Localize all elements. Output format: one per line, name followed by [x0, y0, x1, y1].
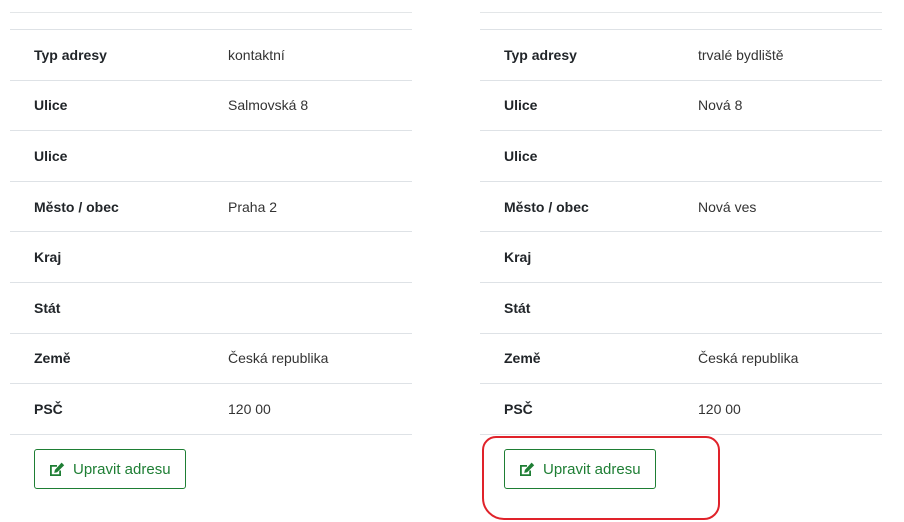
table-row: Ulice — [10, 130, 412, 182]
postal-code-label: PSČ — [10, 383, 228, 435]
region-label: Kraj — [10, 231, 228, 283]
table-row: PSČ 120 00 — [10, 383, 412, 435]
edit-icon — [49, 462, 65, 477]
divider — [480, 12, 882, 13]
region-value — [698, 231, 882, 283]
table-row: Stát — [480, 282, 882, 334]
country-value: Česká republika — [698, 333, 882, 385]
street-value: Salmovská 8 — [228, 80, 412, 132]
table-row: Země Česká republika — [10, 333, 412, 385]
city-label: Město / obec — [10, 181, 228, 233]
state-label: Stát — [10, 282, 228, 334]
edit-address-label: Upravit adresu — [73, 460, 171, 478]
address-type-value: kontaktní — [228, 29, 412, 81]
region-label: Kraj — [480, 231, 698, 283]
address-table: Typ adresy trvalé bydliště Ulice Nová 8 … — [480, 29, 882, 435]
street-label: Ulice — [480, 80, 698, 132]
country-label: Země — [10, 333, 228, 385]
street-value: Nová 8 — [698, 80, 882, 132]
state-value — [228, 282, 412, 334]
address-type-label: Typ adresy — [10, 29, 228, 81]
state-label: Stát — [480, 282, 698, 334]
city-value: Nová ves — [698, 181, 882, 233]
state-value — [698, 282, 882, 334]
table-row: Kraj — [480, 231, 882, 283]
table-row: Ulice — [480, 130, 882, 182]
table-row: Kraj — [10, 231, 412, 283]
table-row: Ulice Nová 8 — [480, 80, 882, 132]
street-label: Ulice — [10, 80, 228, 132]
table-row: Město / obec Praha 2 — [10, 181, 412, 233]
address-table: Typ adresy kontaktní Ulice Salmovská 8 U… — [10, 29, 412, 435]
table-row: Typ adresy kontaktní — [10, 29, 412, 81]
street-2-label: Ulice — [480, 130, 698, 182]
address-type-value: trvalé bydliště — [698, 29, 882, 81]
street-2-label: Ulice — [10, 130, 228, 182]
street-2-value — [228, 130, 412, 182]
divider — [10, 12, 412, 13]
postal-code-label: PSČ — [480, 383, 698, 435]
postal-code-value: 120 00 — [698, 383, 882, 435]
country-label: Země — [480, 333, 698, 385]
street-2-value — [698, 130, 882, 182]
region-value — [228, 231, 412, 283]
table-row: Typ adresy trvalé bydliště — [480, 29, 882, 81]
highlight-annotation — [482, 436, 720, 520]
country-value: Česká republika — [228, 333, 412, 385]
table-row: PSČ 120 00 — [480, 383, 882, 435]
city-label: Město / obec — [480, 181, 698, 233]
table-row: Město / obec Nová ves — [480, 181, 882, 233]
table-row: Stát — [10, 282, 412, 334]
city-value: Praha 2 — [228, 181, 412, 233]
table-row: Ulice Salmovská 8 — [10, 80, 412, 132]
address-page: Typ adresy kontaktní Ulice Salmovská 8 U… — [0, 0, 904, 522]
table-row: Země Česká republika — [480, 333, 882, 385]
postal-code-value: 120 00 — [228, 383, 412, 435]
edit-address-button[interactable]: Upravit adresu — [34, 449, 186, 489]
address-type-label: Typ adresy — [480, 29, 698, 81]
